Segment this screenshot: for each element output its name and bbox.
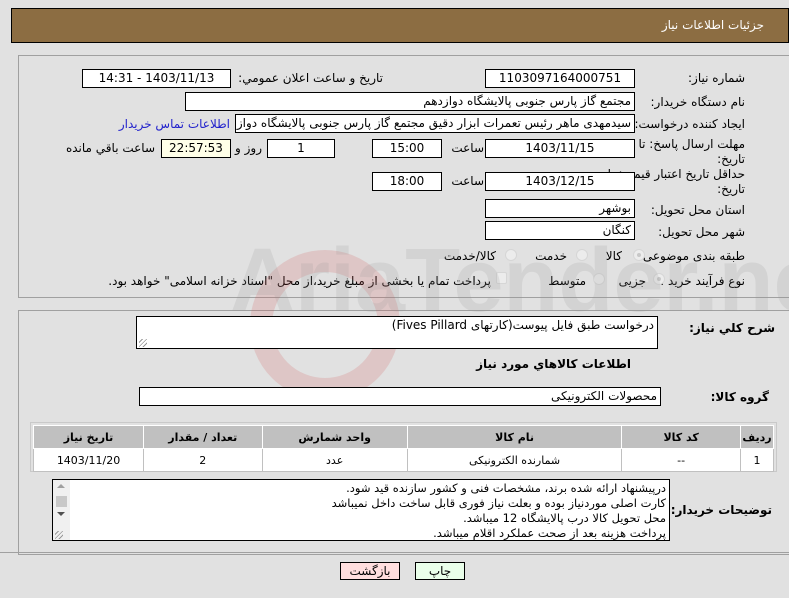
col-unit: واحد شمارش [261, 425, 408, 449]
goods-info-title: اطلاعات کالاهاي مورد نیاز [476, 357, 631, 371]
deadline-time-field: 15:00 [372, 139, 442, 158]
table-row: 1 -- شمارنده الکترونیکی عدد 2 1403/11/20 [32, 448, 775, 472]
process-option-medium: متوسط [548, 274, 586, 288]
cell-need-date: 1403/11/20 [32, 448, 145, 472]
category-option-goods-service: کالا/خدمت [443, 249, 496, 263]
remaining-time-field: 22:57:53 [161, 139, 231, 158]
col-goods-code: کد کالا [621, 425, 741, 449]
need-number-label: شماره نیاز: [688, 71, 745, 85]
price-validity-date-field: 1403/12/15 [485, 172, 635, 191]
treasury-payment-text: پرداخت تمام یا بخشی از مبلغ خرید،از محل … [108, 274, 491, 288]
process-radio-medium[interactable] [593, 273, 605, 285]
deadline-time-label: ساعت [451, 141, 484, 155]
scroll-up-icon[interactable] [57, 484, 65, 488]
cell-row-number: 1 [739, 448, 775, 472]
category-radio-goods-service[interactable] [505, 249, 517, 261]
process-option-minor: جزیی [618, 274, 646, 288]
col-row-number: ردیف [739, 425, 775, 449]
notes-line: درپیشنهاد ارائه شده برند، مشخصات فنی و ک… [346, 481, 666, 495]
cell-goods-code: -- [621, 448, 741, 472]
goods-group-label: گروه کالا: [710, 390, 769, 404]
col-quantity: تعداد / مقدار [143, 425, 263, 449]
cell-goods-name: شمارنده الکترونیکی [406, 448, 623, 472]
deadline-date-field: 1403/11/15 [485, 139, 635, 158]
creator-label: ایجاد کننده درخواست: [634, 117, 745, 131]
buyer-org-field: مجتمع گاز پارس جنوبی پالایشگاه دوازدهم [185, 92, 635, 111]
table-header-row: ردیف کد کالا نام کالا واحد شمارش تعداد /… [32, 425, 775, 449]
page-title: جزئیات اطلاعات نیاز [661, 18, 764, 32]
days-label: روز و [235, 141, 262, 155]
cell-unit: عدد [261, 448, 408, 472]
deadline-label: مهلت ارسال پاسخ: تا تاریخ: [638, 137, 745, 166]
col-need-date: تاریخ نیاز [32, 425, 145, 449]
resize-grip-icon[interactable] [55, 531, 63, 539]
cell-quantity: 2 [143, 448, 263, 472]
process-type-label: نوع فرآیند خرید : [660, 274, 745, 288]
province-label: استان محل تحویل: [650, 203, 745, 217]
goods-group-field: محصولات الکترونیکی [139, 387, 661, 406]
page-header: جزئیات اطلاعات نیاز [11, 8, 789, 43]
category-option-service: خدمت [535, 249, 567, 263]
buyer-contact-link[interactable]: اطلاعات تماس خریدار [119, 117, 230, 131]
resize-grip-icon[interactable] [139, 339, 147, 347]
goods-table: ردیف کد کالا نام کالا واحد شمارش تعداد /… [32, 425, 775, 472]
scroll-thumb[interactable] [56, 496, 67, 507]
notes-line: کارت اصلی موردنیاز بوده و بعلت نیاز فوری… [331, 496, 666, 510]
print-button[interactable]: چاپ [415, 562, 465, 580]
days-remaining-field: 1 [267, 139, 335, 158]
city-label: شهر محل تحویل: [658, 225, 745, 239]
category-option-goods: کالا [605, 249, 622, 263]
category-radio-service[interactable] [576, 249, 588, 261]
process-radio-minor[interactable] [653, 273, 665, 285]
announce-label: تاریخ و ساعت اعلان عمومي: [238, 71, 383, 85]
notes-line: محل تحویل کالا درب پالایشگاه 12 میباشد. [463, 511, 666, 525]
back-button[interactable]: بازگشت [340, 562, 400, 580]
col-goods-name: نام کالا [406, 425, 623, 449]
validity-time-label: ساعت [451, 174, 484, 188]
province-field: بوشهر [485, 199, 635, 218]
need-number-field: 1103097164000751 [485, 69, 635, 88]
category-label: طبقه بندی موضوعی: [638, 249, 745, 263]
treasury-checkbox[interactable] [496, 272, 507, 284]
description-label: شرح کلي نیاز: [689, 321, 775, 335]
remaining-time-label: ساعت باقي مانده [65, 141, 155, 155]
announce-datetime-field: 1403/11/13 - 14:31 [82, 69, 231, 88]
description-textarea[interactable]: درخواست طبق فایل پیوست(کارتهای Fives Pil… [136, 316, 658, 349]
footer-divider [0, 552, 789, 553]
buyer-org-label: نام دستگاه خریدار: [650, 95, 746, 109]
price-validity-time-field: 18:00 [372, 172, 442, 191]
notes-line: پرداخت هزینه بعد از صحت عملکرد اقلام میب… [433, 526, 666, 540]
creator-field: سیدمهدی ماهر رئیس تعمرات ابزار دقیق مجتم… [235, 114, 635, 133]
buyer-notes-textarea[interactable]: درپیشنهاد ارائه شده برند، مشخصات فنی و ک… [52, 479, 670, 541]
city-field: کنگان [485, 221, 635, 240]
buyer-notes-label: توضیحات خریدار: [670, 503, 772, 517]
category-radio-goods[interactable] [633, 249, 645, 261]
scroll-down-icon[interactable] [57, 512, 65, 516]
